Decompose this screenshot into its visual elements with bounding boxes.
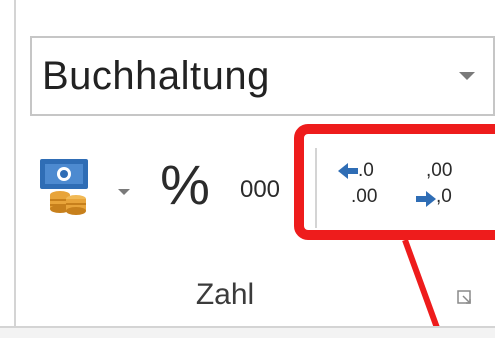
highlight-box bbox=[294, 124, 495, 240]
group-label: Zahl bbox=[195, 278, 255, 311]
chevron-down-icon[interactable] bbox=[118, 189, 130, 195]
number-format-dropdown[interactable]: Buchhaltung bbox=[30, 36, 495, 116]
comma-style-button[interactable]: 000 bbox=[228, 170, 292, 210]
number-format-value: Buchhaltung bbox=[42, 54, 270, 98]
ribbon-bottom-border bbox=[0, 326, 495, 338]
accounting-currency-icon bbox=[40, 159, 88, 215]
number-ribbon-group: Buchhaltung % 000 .0 .00 ,00 ,0 Zahl bbox=[0, 0, 495, 338]
accounting-format-button[interactable] bbox=[36, 155, 130, 225]
percent-style-button[interactable]: % bbox=[155, 150, 215, 220]
chevron-down-icon[interactable] bbox=[459, 72, 475, 80]
dialog-launcher-icon[interactable] bbox=[457, 290, 473, 306]
